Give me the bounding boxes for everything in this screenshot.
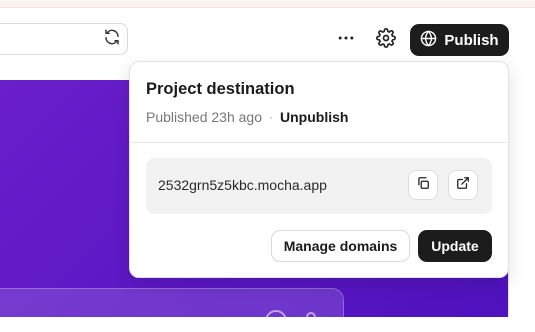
gear-icon bbox=[376, 27, 396, 53]
domain-box: 2532grn5z5kbc.mocha.app bbox=[146, 158, 492, 214]
publish-status: Published 23h ago · Unpublish bbox=[146, 109, 348, 125]
globe-icon bbox=[420, 30, 437, 51]
publish-popover: Project destination Published 23h ago · … bbox=[129, 61, 509, 278]
copy-domain-button[interactable] bbox=[408, 170, 438, 200]
status-separator: · bbox=[269, 110, 273, 124]
preview-circle-icon bbox=[265, 310, 287, 332]
settings-button[interactable] bbox=[373, 27, 399, 53]
external-link-icon bbox=[456, 176, 470, 195]
popover-divider bbox=[130, 142, 508, 143]
open-domain-button[interactable] bbox=[448, 170, 478, 200]
refresh-button[interactable] bbox=[100, 27, 124, 51]
preview-prompt-box[interactable] bbox=[0, 288, 344, 328]
preview-mic-icon bbox=[306, 312, 316, 326]
refresh-icon bbox=[103, 28, 121, 51]
copy-icon bbox=[416, 176, 430, 195]
more-options-button[interactable] bbox=[333, 27, 359, 53]
unpublish-link[interactable]: Unpublish bbox=[280, 109, 348, 125]
publish-button[interactable]: Publish bbox=[410, 24, 509, 56]
preview-scroll-edge bbox=[508, 80, 535, 317]
publish-label: Publish bbox=[444, 31, 499, 49]
popover-title: Project destination bbox=[146, 80, 295, 98]
publish-status-text: Published 23h ago bbox=[146, 109, 262, 125]
more-horizontal-icon bbox=[336, 28, 356, 53]
top-banner-strip bbox=[0, 0, 535, 8]
domain-url: 2532grn5z5kbc.mocha.app bbox=[158, 177, 327, 193]
manage-domains-button[interactable]: Manage domains bbox=[271, 230, 410, 262]
update-button[interactable]: Update bbox=[418, 230, 492, 262]
